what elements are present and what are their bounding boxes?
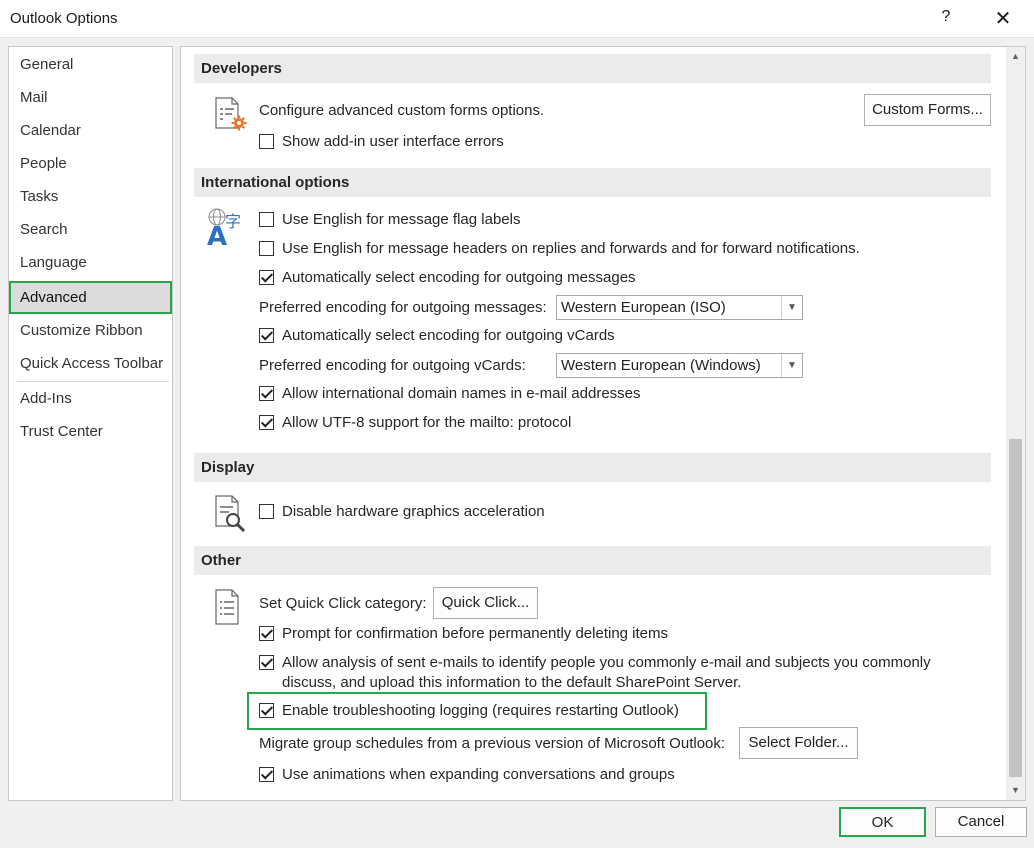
pref-encoding-vcards-value: Western European (Windows) bbox=[561, 357, 761, 374]
auto-encoding-vcards-checkbox[interactable] bbox=[259, 328, 274, 343]
pref-encoding-messages-label: Preferred encoding for outgoing messages… bbox=[259, 299, 547, 316]
custom-forms-label: Configure advanced custom forms options. bbox=[259, 102, 545, 119]
disable-hw-accel-label: Disable hardware graphics acceleration bbox=[282, 503, 545, 520]
utf8-mailto-checkbox[interactable] bbox=[259, 415, 274, 430]
pref-encoding-vcards-select[interactable]: Western European (Windows) ▼ bbox=[556, 353, 803, 378]
options-content: Developers Configure advanced custom for… bbox=[180, 46, 1026, 801]
custom-forms-icon bbox=[213, 95, 249, 139]
troubleshooting-logging-label: Enable troubleshooting logging (requires… bbox=[282, 702, 679, 719]
troubleshooting-logging-checkbox[interactable] bbox=[259, 703, 274, 718]
pref-encoding-vcards-label: Preferred encoding for outgoing vCards: bbox=[259, 357, 526, 374]
category-nav: General Mail Calendar People Tasks Searc… bbox=[8, 46, 173, 801]
english-flag-labels-checkbox[interactable] bbox=[259, 212, 274, 227]
scroll-thumb[interactable] bbox=[1009, 439, 1022, 777]
show-addin-errors-checkbox[interactable] bbox=[259, 134, 274, 149]
sent-analysis-checkbox[interactable] bbox=[259, 655, 274, 670]
english-message-headers-checkbox[interactable] bbox=[259, 241, 274, 256]
quick-click-label: Set Quick Click category: bbox=[259, 595, 427, 612]
nav-item-language[interactable]: Language bbox=[9, 248, 172, 278]
nav-divider bbox=[17, 381, 169, 382]
svg-text:字: 字 bbox=[225, 212, 241, 231]
section-header-developers: Developers bbox=[194, 54, 991, 83]
nav-item-tasks[interactable]: Tasks bbox=[9, 182, 172, 212]
help-button[interactable]: ? bbox=[934, 8, 958, 30]
confirm-delete-checkbox[interactable] bbox=[259, 626, 274, 641]
section-header-international: International options bbox=[194, 168, 991, 197]
nav-item-search[interactable]: Search bbox=[9, 215, 172, 245]
idn-checkbox[interactable] bbox=[259, 386, 274, 401]
custom-forms-button[interactable]: Custom Forms... bbox=[864, 94, 991, 126]
nav-item-quick-access-toolbar[interactable]: Quick Access Toolbar bbox=[9, 349, 172, 379]
confirm-delete-label: Prompt for confirmation before permanent… bbox=[282, 625, 669, 642]
chevron-down-icon: ▼ bbox=[781, 354, 802, 377]
display-magnifier-icon bbox=[213, 493, 249, 537]
ok-button[interactable]: OK bbox=[839, 807, 926, 837]
nav-item-add-ins[interactable]: Add-Ins bbox=[9, 384, 172, 414]
nav-item-customize-ribbon[interactable]: Customize Ribbon bbox=[9, 316, 172, 346]
select-folder-button[interactable]: Select Folder... bbox=[739, 727, 858, 759]
auto-encoding-messages-checkbox[interactable] bbox=[259, 270, 274, 285]
scroll-down-arrow-icon[interactable]: ▼ bbox=[1006, 781, 1025, 800]
utf8-mailto-label: Allow UTF-8 support for the mailto: prot… bbox=[282, 414, 572, 431]
section-header-other: Other bbox=[194, 546, 991, 575]
disable-hw-accel-checkbox[interactable] bbox=[259, 504, 274, 519]
section-header-display: Display bbox=[194, 453, 991, 482]
vertical-scrollbar[interactable]: ▲ ▼ bbox=[1006, 47, 1025, 800]
nav-item-mail[interactable]: Mail bbox=[9, 83, 172, 113]
sent-analysis-label-line1: Allow analysis of sent e-mails to identi… bbox=[282, 654, 931, 671]
nav-item-people[interactable]: People bbox=[9, 149, 172, 179]
nav-item-trust-center[interactable]: Trust Center bbox=[9, 417, 172, 447]
english-message-headers-label: Use English for message headers on repli… bbox=[282, 240, 860, 257]
animations-label: Use animations when expanding conversati… bbox=[282, 766, 675, 783]
other-settings-icon bbox=[213, 588, 249, 632]
chevron-down-icon: ▼ bbox=[781, 296, 802, 319]
cancel-button[interactable]: Cancel bbox=[935, 807, 1027, 837]
sent-analysis-label-line2: discuss, and upload this information to … bbox=[282, 674, 742, 691]
animations-checkbox[interactable] bbox=[259, 767, 274, 782]
auto-encoding-messages-label: Automatically select encoding for outgoi… bbox=[282, 269, 636, 286]
nav-item-advanced[interactable]: Advanced bbox=[9, 281, 172, 314]
show-addin-errors-label: Show add-in user interface errors bbox=[282, 133, 504, 150]
window-title: Outlook Options bbox=[10, 10, 118, 27]
close-button[interactable]: ✕ bbox=[990, 6, 1016, 32]
english-flag-labels-label: Use English for message flag labels bbox=[282, 211, 521, 228]
title-bar: Outlook Options ? ✕ bbox=[0, 0, 1034, 38]
quick-click-button[interactable]: Quick Click... bbox=[433, 587, 538, 619]
nav-item-general[interactable]: General bbox=[9, 50, 172, 80]
pref-encoding-messages-value: Western European (ISO) bbox=[561, 299, 726, 316]
nav-item-calendar[interactable]: Calendar bbox=[9, 116, 172, 146]
scroll-up-arrow-icon[interactable]: ▲ bbox=[1006, 47, 1025, 66]
idn-label: Allow international domain names in e-ma… bbox=[282, 385, 641, 402]
pref-encoding-messages-select[interactable]: Western European (ISO) ▼ bbox=[556, 295, 803, 320]
auto-encoding-vcards-label: Automatically select encoding for outgoi… bbox=[282, 327, 615, 344]
migrate-schedules-label: Migrate group schedules from a previous … bbox=[259, 735, 726, 752]
language-icon: A 字 bbox=[207, 207, 247, 252]
